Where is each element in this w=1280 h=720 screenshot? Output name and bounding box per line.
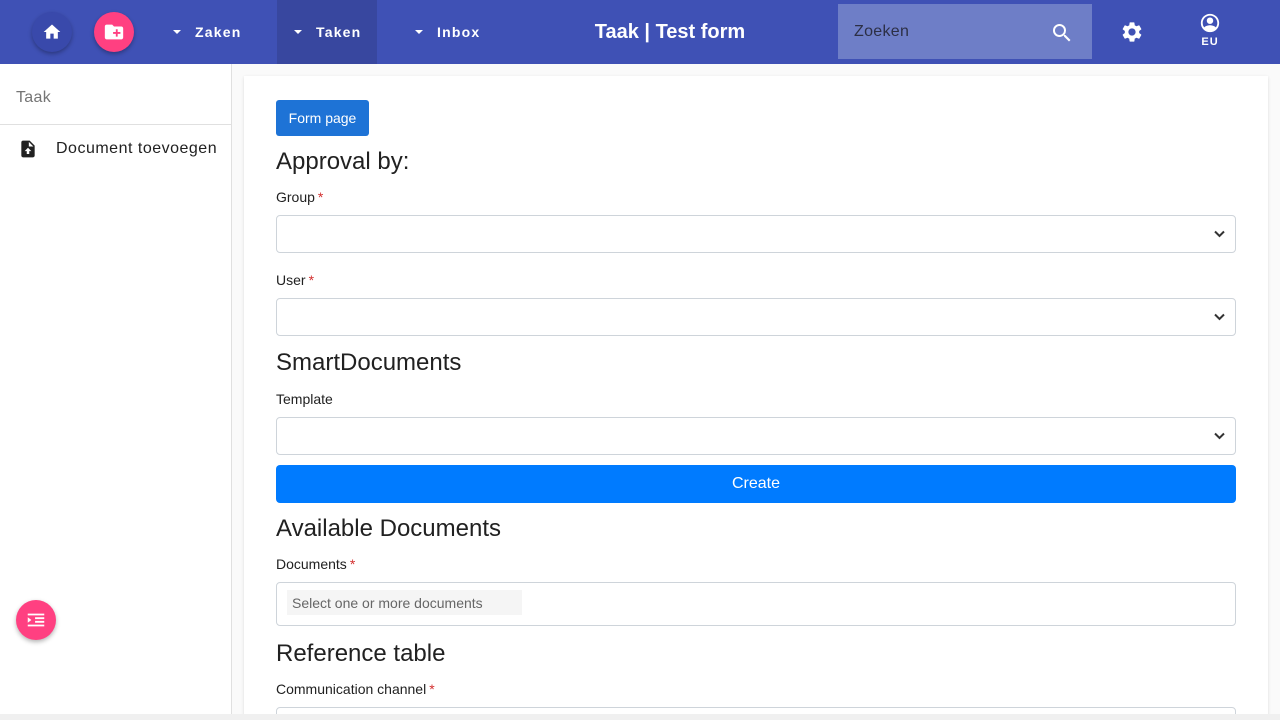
- form-page-button[interactable]: Form page: [276, 100, 369, 136]
- caret-down-icon: [294, 30, 302, 34]
- group-label-text: Group: [276, 189, 315, 205]
- account-circle-icon: [1200, 13, 1220, 33]
- chevron-down-icon: [1214, 313, 1225, 321]
- home-button[interactable]: [32, 12, 72, 52]
- sidebar-item-label: Document toevoegen: [56, 140, 218, 157]
- top-app-bar: Zaken Taken Inbox Taak | Test form EU: [0, 0, 1280, 64]
- user-select[interactable]: [276, 298, 1236, 336]
- nav-taken-menu[interactable]: Taken: [277, 0, 377, 64]
- folder-plus-icon: [104, 24, 124, 40]
- file-upload-icon: [21, 140, 35, 158]
- user-label-text: User: [276, 272, 306, 288]
- communication-label-text: Communication channel: [276, 681, 427, 697]
- group-field-label: Group *: [276, 189, 323, 205]
- reference-table-heading: Reference table: [276, 640, 446, 667]
- chevron-down-icon: [1214, 230, 1225, 238]
- documents-field-label: Documents *: [276, 556, 355, 572]
- documents-multiselect[interactable]: Select one or more documents: [276, 582, 1236, 626]
- required-marker: *: [349, 556, 356, 572]
- caret-down-icon: [415, 30, 423, 34]
- create-button[interactable]: Create: [276, 465, 1236, 503]
- sidebar-item-document-toevoegen[interactable]: Document toevoegen: [0, 129, 231, 169]
- required-marker: *: [429, 681, 435, 697]
- menu-list-icon: [27, 613, 45, 627]
- user-field-label: User *: [276, 272, 314, 288]
- search-icon[interactable]: [1050, 21, 1074, 45]
- template-field-label: Template: [276, 391, 333, 407]
- toggle-menu-fab[interactable]: [16, 600, 56, 640]
- group-select[interactable]: [276, 215, 1236, 253]
- task-form-card: Form page Approval by: Group * User * Smar…: [244, 76, 1268, 720]
- documents-placeholder: Select one or more documents: [287, 590, 522, 615]
- template-select[interactable]: [276, 417, 1236, 455]
- new-case-button[interactable]: [94, 12, 134, 52]
- page-title: Taak | Test form: [594, 20, 746, 43]
- required-marker: *: [308, 272, 315, 288]
- user-menu[interactable]: EU: [1190, 12, 1230, 56]
- documents-label-text: Documents: [276, 556, 347, 572]
- gear-icon[interactable]: [1120, 20, 1144, 44]
- nav-inbox-menu[interactable]: Inbox: [398, 0, 498, 64]
- chevron-down-icon: [1214, 432, 1225, 440]
- bottom-edge: [0, 714, 1280, 720]
- required-marker: *: [317, 189, 324, 205]
- nav-inbox-label: Inbox: [437, 24, 481, 40]
- sidebar-title: Taak: [0, 64, 231, 125]
- nav-zaken-label: Zaken: [195, 24, 242, 40]
- nav-zaken-menu[interactable]: Zaken: [156, 0, 256, 64]
- user-initials: EU: [1201, 36, 1219, 48]
- communication-channel-label: Communication channel *: [276, 681, 435, 697]
- available-documents-heading: Available Documents: [276, 515, 502, 542]
- smartdocuments-heading: SmartDocuments: [276, 349, 462, 376]
- nav-taken-label: Taken: [316, 24, 362, 40]
- search-box: [838, 4, 1092, 59]
- caret-down-icon: [173, 30, 181, 34]
- home-icon: [43, 24, 61, 39]
- approval-heading: Approval by:: [276, 148, 410, 175]
- search-input[interactable]: [854, 22, 1044, 41]
